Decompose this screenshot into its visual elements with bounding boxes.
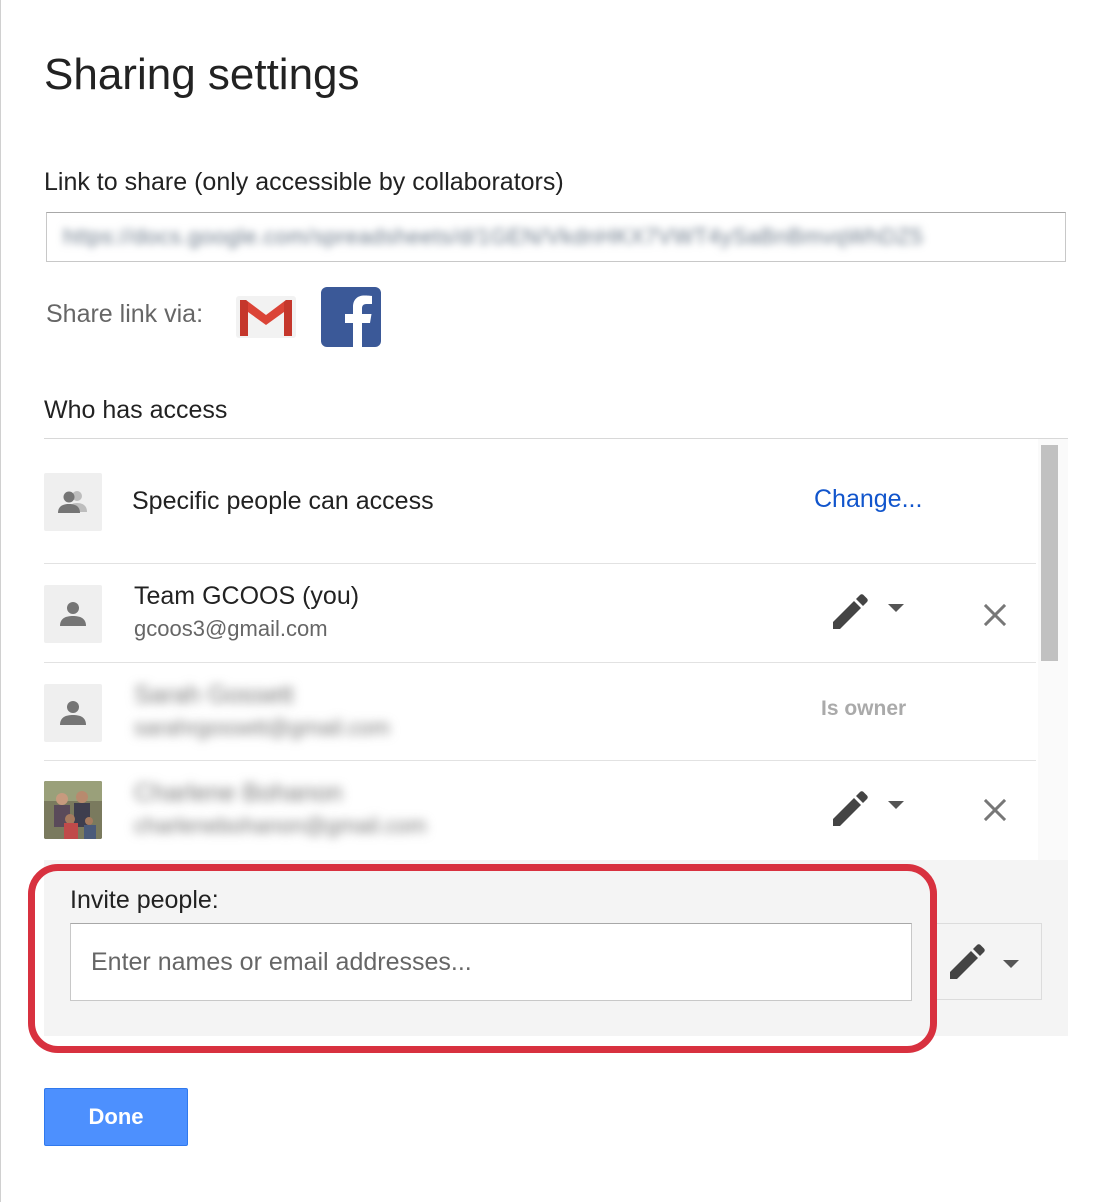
invite-permission-dropdown[interactable]: [936, 923, 1042, 1000]
dialog-title: Sharing settings: [44, 50, 360, 99]
change-visibility-link[interactable]: Change...: [814, 485, 922, 514]
share-link-field[interactable]: https://docs.google.com/spreadsheets/d/1…: [46, 212, 1066, 262]
pencil-icon: [833, 594, 868, 629]
share-link-url: https://docs.google.com/spreadsheets/d/1…: [63, 224, 924, 249]
person-name: Team GCOOS (you): [134, 582, 360, 610]
remove-person-button[interactable]: [980, 600, 1010, 630]
link-to-share-label: Link to share (only accessible by collab…: [44, 168, 564, 196]
close-icon: [983, 603, 1007, 627]
person-email: charlenebohanon@gmail.com: [134, 813, 427, 838]
scrollbar-thumb[interactable]: [1041, 445, 1058, 661]
close-icon: [983, 798, 1007, 822]
share-via-label: Share link via:: [46, 300, 204, 328]
person-avatar-icon: [44, 684, 102, 742]
person-photo-avatar: [44, 781, 102, 839]
gmail-icon[interactable]: [234, 294, 298, 340]
group-icon: [44, 473, 102, 531]
access-list: Specific people can access Change... Tea…: [44, 438, 1068, 860]
who-has-access-label: Who has access: [44, 396, 228, 424]
person-name: Sarah Gossett: [134, 681, 294, 709]
person-row: Team GCOOS (you) gcoos3@gmail.com: [44, 564, 1036, 663]
access-list-scrollbar[interactable]: [1038, 439, 1068, 860]
remove-person-button[interactable]: [980, 795, 1010, 825]
owner-role-text: Is owner: [821, 697, 907, 720]
done-button[interactable]: Done: [44, 1088, 188, 1146]
chevron-down-icon: [888, 604, 904, 612]
permission-dropdown[interactable]: [826, 783, 916, 833]
person-email: sarahrgossett@gmail.com: [134, 715, 390, 740]
dialog-edge: [0, 0, 1, 1202]
pencil-icon: [950, 944, 985, 979]
person-name: Charlene Bohanon: [134, 779, 343, 807]
person-avatar-icon: [44, 585, 102, 643]
person-row: Charlene Bohanon charlenebohanon@gmail.c…: [44, 761, 1036, 860]
sharing-dialog: Sharing settings Link to share (only acc…: [0, 0, 1108, 1202]
facebook-icon[interactable]: [321, 287, 381, 347]
invite-people-label: Invite people:: [70, 886, 219, 914]
invite-people-input[interactable]: [70, 923, 912, 1001]
visibility-text: Specific people can access: [132, 487, 434, 515]
chevron-down-icon: [1003, 960, 1019, 968]
visibility-row: Specific people can access Change...: [44, 439, 1036, 564]
chevron-down-icon: [888, 801, 904, 809]
person-email: gcoos3@gmail.com: [134, 616, 328, 641]
pencil-icon: [833, 791, 868, 826]
permission-dropdown[interactable]: [826, 586, 916, 636]
person-row: Sarah Gossett sarahrgossett@gmail.com Is…: [44, 663, 1036, 761]
